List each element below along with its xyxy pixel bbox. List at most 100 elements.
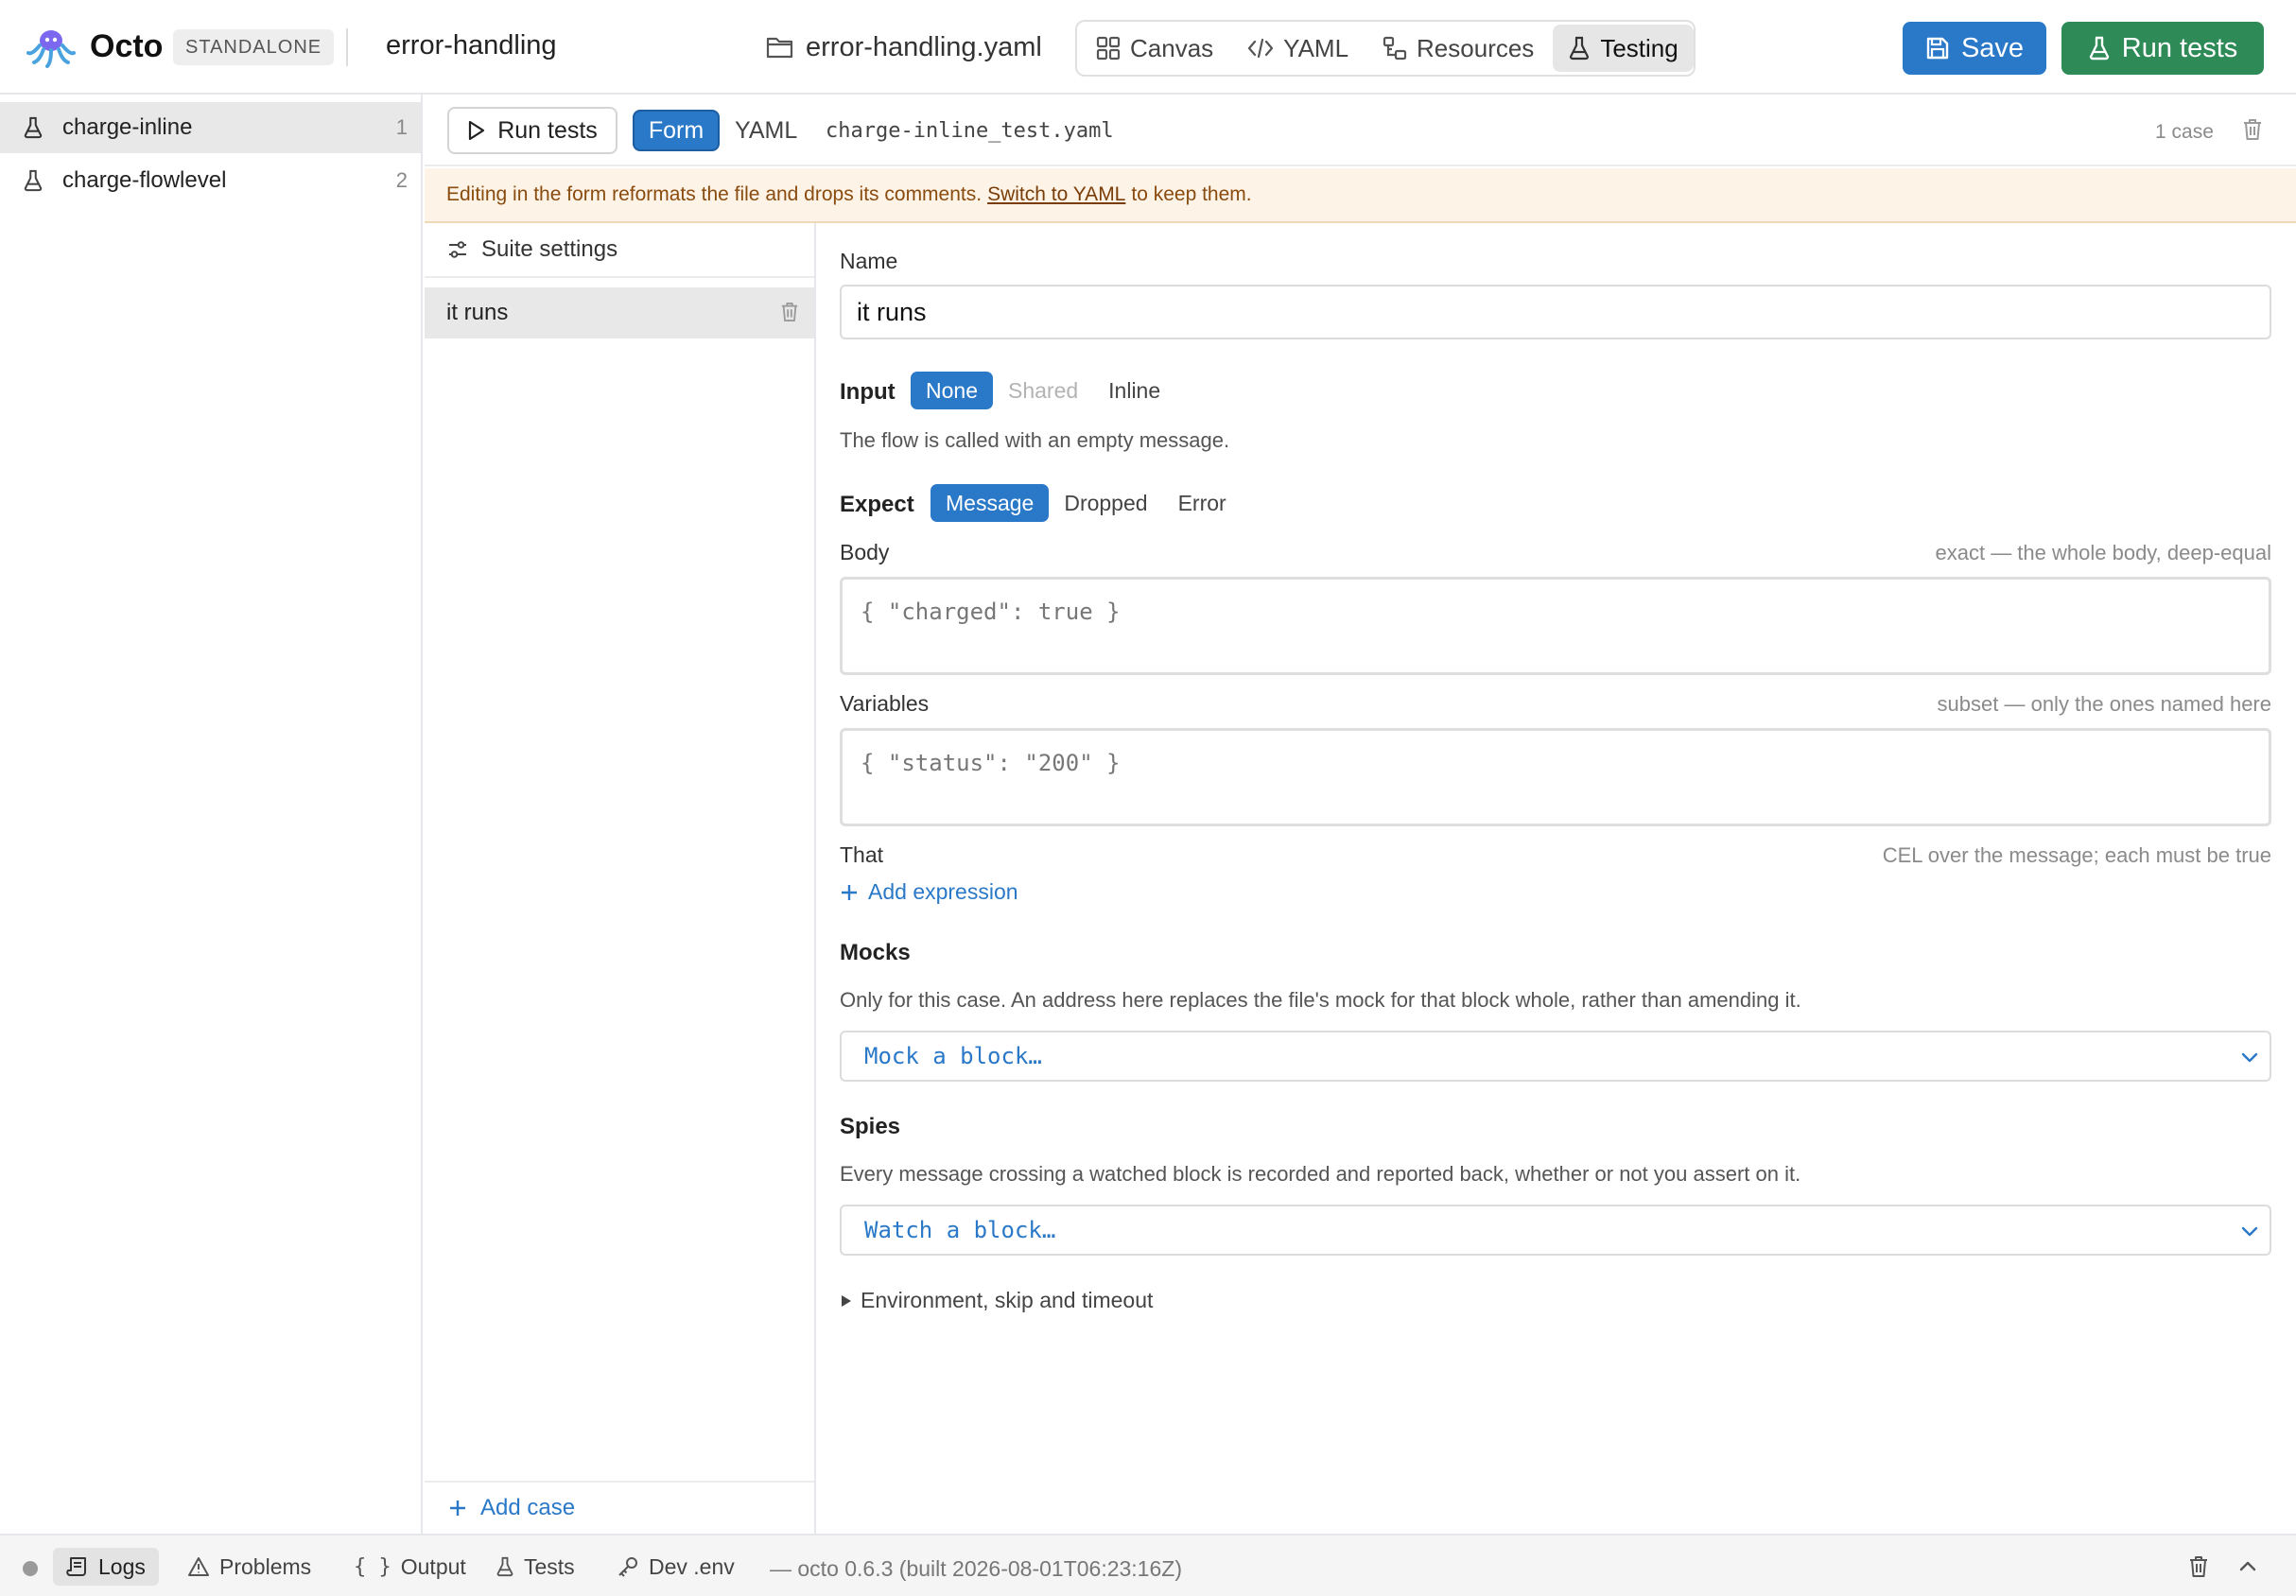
- plus-icon: [448, 1499, 467, 1518]
- play-icon: [467, 120, 486, 141]
- body-editor[interactable]: { "charged": true }: [840, 577, 2271, 675]
- add-expression-label: Add expression: [868, 879, 1018, 904]
- spies-description: Every message crossing a watched block i…: [840, 1162, 1801, 1186]
- panel-tab-label: Problems: [219, 1553, 312, 1579]
- plus-icon: [840, 883, 859, 902]
- variables-label: Variables: [840, 691, 930, 716]
- that-hint: CEL over the message; each must be true: [1882, 843, 2271, 867]
- add-case-button[interactable]: Add case: [425, 1481, 814, 1534]
- case-item-label: it runs: [446, 300, 509, 325]
- triangle-right-icon: [840, 1293, 853, 1309]
- body-label: Body: [840, 540, 890, 564]
- variables-editor[interactable]: { "status": "200" }: [840, 728, 2271, 826]
- mode-badge: STANDALONE: [173, 29, 335, 65]
- expect-label: Expect: [840, 492, 914, 517]
- input-mode-segmented: None Shared Inline: [911, 372, 1175, 409]
- run-file-tests-button[interactable]: Run tests: [447, 107, 617, 154]
- input-description: The flow is called with an empty message…: [840, 428, 1230, 452]
- case-count: 1 case: [2155, 121, 2214, 143]
- tab-canvas-label: Canvas: [1130, 33, 1214, 62]
- sidebar-item-count: 2: [395, 168, 408, 192]
- chevron-up-icon[interactable]: [2237, 1556, 2258, 1577]
- expect-option-error[interactable]: Error: [1163, 484, 1242, 522]
- suite-settings-item[interactable]: Suite settings: [425, 223, 814, 278]
- case-form: Name it runs Input None Shared Inline Th…: [818, 223, 2296, 1534]
- sidebar-item-charge-flowlevel[interactable]: charge-flowlevel 2: [0, 155, 421, 206]
- panel-tab-problems[interactable]: Problems: [174, 1548, 324, 1586]
- that-label: That: [840, 842, 884, 867]
- flask-icon: [1568, 36, 1591, 61]
- save-button[interactable]: Save: [1903, 22, 2046, 75]
- environment-disclosure[interactable]: Environment, skip and timeout: [840, 1288, 1153, 1313]
- case-item-it-runs[interactable]: it runs: [425, 287, 814, 338]
- delete-case-trash-icon[interactable]: [780, 301, 799, 323]
- warning-icon: [187, 1556, 210, 1577]
- panel-tab-tests[interactable]: Tests: [482, 1548, 588, 1586]
- run-tests-button[interactable]: Run tests: [2061, 22, 2264, 75]
- panel-tab-label: Logs: [98, 1553, 146, 1579]
- panel-tab-output[interactable]: { } Output: [340, 1548, 479, 1586]
- panel-tab-label: Output: [400, 1553, 466, 1579]
- flask-icon: [23, 169, 43, 192]
- mock-block-select[interactable]: Mock a block…: [840, 1031, 2271, 1082]
- version-info: — octo 0.6.3 (built 2026-08-01T06:23:16Z…: [770, 1556, 1182, 1581]
- braces-icon: { }: [354, 1554, 391, 1579]
- tab-testing[interactable]: Testing: [1553, 25, 1694, 72]
- panel-tab-label: Dev .env: [649, 1553, 735, 1579]
- open-file[interactable]: error-handling.yaml: [766, 28, 1042, 66]
- run-tests-label: Run tests: [2121, 32, 2238, 63]
- grid-icon: [1096, 36, 1121, 61]
- input-label: Input: [840, 379, 896, 405]
- expect-mode-segmented: Message Dropped Error: [931, 484, 1242, 522]
- panel-tab-logs[interactable]: Logs: [53, 1548, 159, 1586]
- watch-block-select[interactable]: Watch a block…: [840, 1205, 2271, 1256]
- warning-text-suffix: to keep them.: [1131, 183, 1252, 205]
- save-icon: [1925, 36, 1950, 61]
- case-name-input[interactable]: it runs: [840, 285, 2271, 339]
- form-warning-banner: Editing in the form reformats the file a…: [425, 168, 2296, 223]
- yaml-mode-button[interactable]: YAML: [735, 117, 797, 145]
- logs-icon: [66, 1556, 89, 1577]
- sidebar-item-charge-inline[interactable]: charge-inline 1: [0, 102, 421, 153]
- test-file-name: charge-inline_test.yaml: [826, 119, 1114, 143]
- chevron-down-icon: [2239, 1047, 2260, 1067]
- suite-settings-label: Suite settings: [481, 236, 618, 262]
- app-header: Octo STANDALONE error-handling error-han…: [0, 0, 2296, 95]
- view-tabs: Canvas YAML Resources Testing: [1075, 20, 1696, 77]
- header-divider: [346, 28, 348, 66]
- environment-disclosure-label: Environment, skip and timeout: [861, 1288, 1154, 1312]
- add-case-label: Add case: [480, 1495, 576, 1520]
- clear-panel-trash-icon[interactable]: [2188, 1554, 2209, 1579]
- panel-tab-dev-env[interactable]: Dev .env: [603, 1548, 748, 1586]
- warning-text: Editing in the form reformats the file a…: [446, 183, 983, 205]
- brand-name: Octo: [90, 28, 164, 64]
- tab-resources[interactable]: Resources: [1367, 25, 1549, 72]
- input-option-inline[interactable]: Inline: [1093, 372, 1175, 409]
- project-name: error-handling: [386, 30, 557, 61]
- mock-block-select-value: Mock a block…: [864, 1043, 1042, 1069]
- connection-status-dot: [23, 1561, 38, 1576]
- code-icon: [1247, 37, 1274, 60]
- key-icon: [617, 1556, 639, 1577]
- body-hint: exact — the whole body, deep-equal: [1935, 541, 2272, 564]
- flask-icon: [2088, 36, 2111, 61]
- sidebar-item-count: 1: [395, 115, 408, 139]
- panel-tab-label: Tests: [524, 1553, 575, 1579]
- tab-canvas[interactable]: Canvas: [1081, 25, 1228, 72]
- input-option-none[interactable]: None: [911, 372, 993, 409]
- sidebar-item-label: charge-inline: [62, 114, 193, 140]
- add-expression-button[interactable]: Add expression: [840, 879, 1018, 905]
- mocks-description: Only for this case. An address here repl…: [840, 988, 1801, 1012]
- mocks-label: Mocks: [840, 940, 911, 965]
- open-file-name: error-handling.yaml: [806, 31, 1042, 62]
- variables-hint: subset — only the ones named here: [1937, 692, 2271, 716]
- form-mode-button[interactable]: Form: [633, 110, 720, 151]
- expect-option-message[interactable]: Message: [931, 484, 1050, 522]
- delete-file-trash-icon[interactable]: [2242, 117, 2263, 142]
- expect-option-dropped[interactable]: Dropped: [1049, 484, 1162, 522]
- resources-icon: [1383, 36, 1407, 61]
- tab-yaml[interactable]: YAML: [1232, 25, 1364, 72]
- switch-to-yaml-link[interactable]: Switch to YAML: [987, 183, 1125, 206]
- octopus-logo-icon: [26, 26, 76, 68]
- flask-icon: [23, 116, 43, 139]
